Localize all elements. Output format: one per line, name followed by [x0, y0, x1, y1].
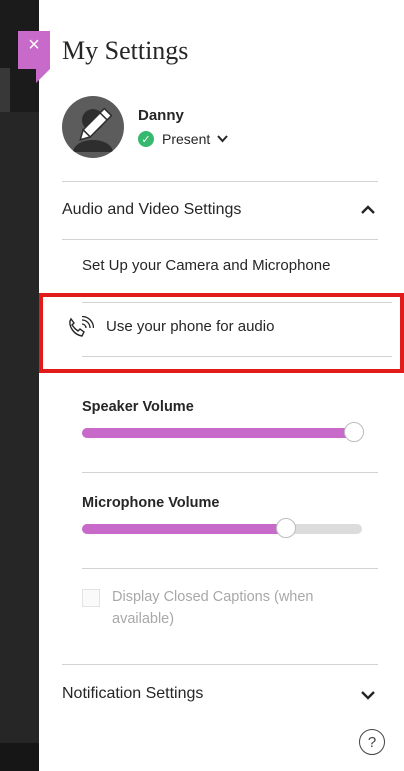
- sidebar-bottom-band: [0, 743, 39, 771]
- divider: [82, 568, 378, 569]
- check-circle-icon: ✓: [138, 131, 154, 147]
- close-button-tail: [36, 69, 50, 83]
- pencil-avatar-icon: [73, 107, 113, 152]
- speaker-volume-label: Speaker Volume: [82, 399, 194, 415]
- user-name: Danny: [138, 107, 184, 124]
- microphone-volume-fill: [82, 524, 287, 534]
- divider: [82, 472, 378, 473]
- speaker-volume-fill: [82, 428, 354, 438]
- app-sidebar-edge: [0, 0, 39, 771]
- divider: [62, 181, 378, 182]
- settings-screen: × My Settings Danny ✓ Present Audio and …: [0, 0, 404, 771]
- sidebar-sliver: [0, 68, 10, 112]
- speaker-volume-thumb[interactable]: [343, 422, 364, 442]
- microphone-volume-thumb[interactable]: [276, 518, 297, 538]
- microphone-volume-label: Microphone Volume: [82, 495, 220, 511]
- closed-captions-checkbox[interactable]: [82, 589, 100, 607]
- closed-captions-label: Display Closed Captions (when available): [112, 589, 314, 627]
- divider: [62, 239, 378, 240]
- speaker-volume-slider[interactable]: [82, 422, 364, 442]
- status-label: Present: [162, 131, 211, 147]
- help-icon[interactable]: ?: [359, 729, 385, 755]
- microphone-volume-slider[interactable]: [82, 518, 362, 538]
- page-title: My Settings: [62, 36, 189, 65]
- chevron-up-icon[interactable]: [359, 201, 377, 219]
- divider: [62, 664, 378, 665]
- close-settings-button[interactable]: ×: [18, 31, 50, 83]
- audio-video-settings-header[interactable]: Audio and Video Settings: [62, 201, 241, 219]
- chevron-down-icon[interactable]: [359, 686, 377, 704]
- close-icon: ×: [28, 34, 40, 56]
- chevron-down-icon: [217, 132, 228, 146]
- avatar[interactable]: [62, 96, 124, 158]
- status-dropdown[interactable]: ✓ Present: [138, 131, 228, 147]
- setup-camera-mic-link[interactable]: Set Up your Camera and Microphone: [82, 257, 330, 274]
- notification-settings-header[interactable]: Notification Settings: [62, 685, 203, 703]
- highlight-box: [39, 293, 404, 373]
